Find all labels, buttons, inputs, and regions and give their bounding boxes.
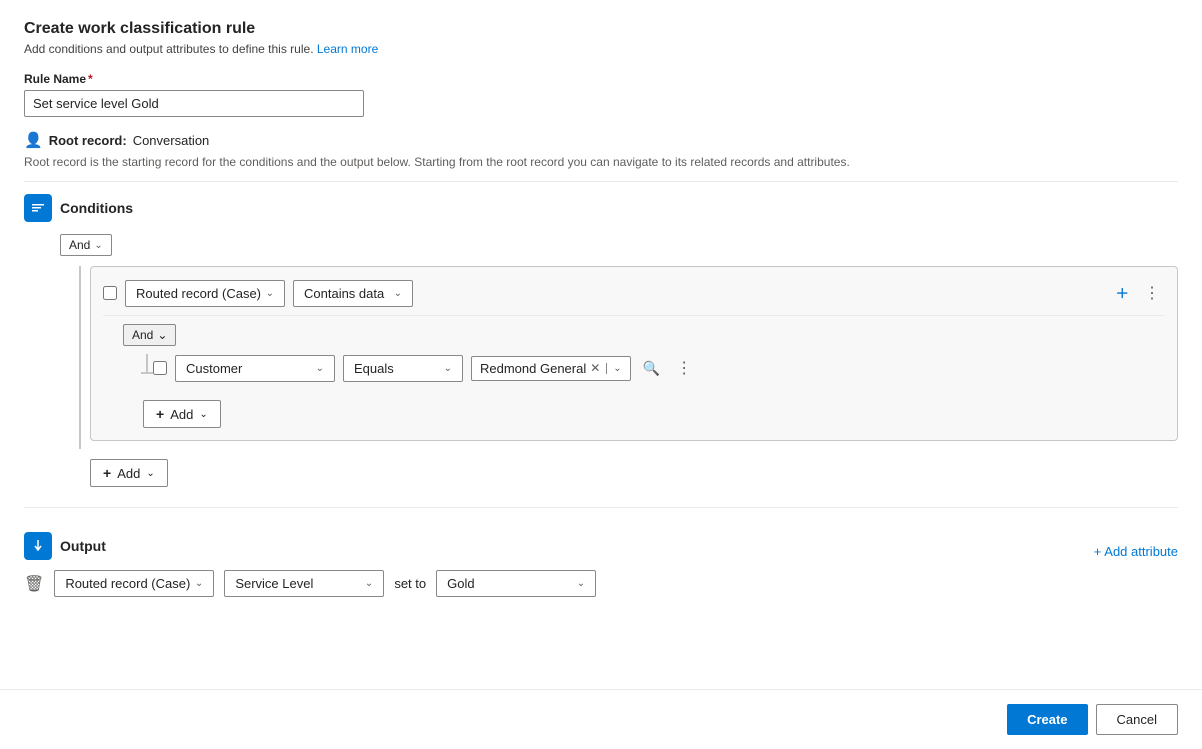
and-dropdown[interactable]: And ⌄ (60, 234, 112, 256)
condition2-value-tag: Redmond General (480, 361, 586, 376)
output-attribute-dropdown[interactable]: Service Level ⌄ (224, 570, 384, 597)
add-inner-btn[interactable]: + Add ⌄ (143, 400, 221, 428)
page-title: Create work classification rule (24, 20, 1178, 38)
rule-name-input[interactable] (24, 90, 364, 117)
condition2-value-input[interactable]: Redmond General ✕ ⌄ (471, 356, 631, 381)
root-record-description: Root record is the starting record for t… (24, 155, 1178, 169)
add-outer-btn[interactable]: + Add ⌄ (90, 459, 168, 487)
learn-more-link[interactable]: Learn more (317, 42, 378, 56)
conditions-icon (24, 194, 52, 222)
required-indicator: * (88, 72, 93, 86)
condition2-value-remove[interactable]: ✕ (590, 361, 600, 375)
output-delete-btn[interactable]: 🗑 (24, 574, 44, 594)
condition1-checkbox[interactable] (103, 286, 117, 300)
root-record-value: Conversation (133, 133, 210, 148)
output-icon (24, 532, 52, 560)
conditions-section-title: Conditions (60, 200, 133, 216)
page-subtitle: Add conditions and output attributes to … (24, 42, 1178, 56)
condition2-value-dropdown[interactable]: ⌄ (606, 363, 621, 374)
root-record-label: Root record: (49, 133, 127, 148)
condition1-collapse-btn[interactable]: ✕ (1112, 281, 1132, 306)
rule-name-label: Rule Name (24, 72, 86, 86)
section-divider (24, 181, 1178, 182)
condition2-operator-dropdown[interactable]: Equals ⌄ (343, 355, 463, 382)
output-field-dropdown[interactable]: Routed record (Case) ⌄ (54, 570, 214, 597)
cancel-button[interactable]: Cancel (1096, 704, 1178, 735)
root-record-icon: 👤 (24, 131, 43, 149)
output-value-dropdown[interactable]: Gold ⌄ (436, 570, 596, 597)
output-divider (24, 507, 1178, 508)
output-section-title: Output (60, 538, 106, 554)
condition2-field-dropdown[interactable]: Customer ⌄ (175, 355, 335, 382)
create-button[interactable]: Create (1007, 704, 1087, 735)
action-bar: Create Cancel (0, 689, 1202, 749)
condition2-more-btn[interactable]: ⋮ (672, 354, 696, 382)
condition1-field-dropdown[interactable]: Routed record (Case) ⌄ (125, 280, 285, 307)
condition1-more-btn[interactable]: ⋮ (1140, 279, 1165, 307)
condition2-search-btn[interactable]: 🔍 (639, 356, 664, 381)
add-attribute-btn[interactable]: + Add attribute (1094, 544, 1178, 559)
condition1-operator-dropdown[interactable]: Contains data ⌄ (293, 280, 413, 307)
sub-and-dropdown[interactable]: And ⌄ (123, 324, 176, 346)
condition2-checkbox[interactable] (153, 361, 167, 375)
set-to-label: set to (394, 576, 426, 591)
